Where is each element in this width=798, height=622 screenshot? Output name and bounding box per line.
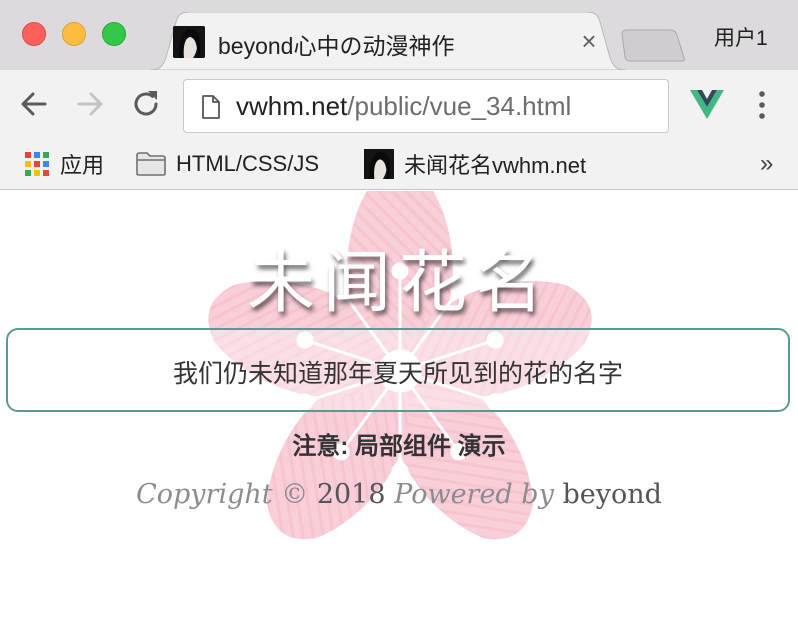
vue-icon[interactable] [690, 90, 724, 120]
apps-grid-icon [25, 152, 49, 176]
bookmarks-bar: 应用 HTML/CSS/JS 未闻花名vwhm.net » [0, 138, 798, 190]
site-favicon-icon [364, 149, 394, 179]
bookmark-site-label: 未闻花名vwhm.net [404, 153, 587, 178]
url-path: /public/vue_34.html [347, 91, 572, 121]
bookmark-folder-label: HTML/CSS/JS [176, 151, 320, 176]
bookmark-apps-label: 应用 [60, 153, 105, 178]
bookmarks-overflow-icon[interactable]: » [760, 150, 773, 178]
bookmark-folder[interactable]: HTML/CSS/JS [136, 138, 319, 190]
url-host: vwhm.net [236, 91, 348, 121]
bookmark-apps[interactable]: 应用 [24, 138, 104, 190]
more-vertical-icon[interactable] [752, 88, 772, 122]
tab-active[interactable]: beyond心中の动漫神作 × [150, 12, 626, 70]
toolbar: vwhm.net/public/vue_34.html [0, 70, 798, 138]
tab-favicon-icon [173, 26, 205, 58]
minimize-window-button[interactable] [62, 22, 86, 46]
page-content: 未闻花名 我们仍未知道那年夏天所见到的花的名字 注意: 局部组件 演示 Copy… [0, 191, 798, 622]
arrow-left-icon[interactable] [17, 87, 51, 121]
new-tab-button[interactable] [618, 28, 688, 62]
tab-title: beyond心中の动漫神作 [218, 33, 455, 59]
footer-author: beyond [562, 479, 662, 510]
page-title: 未闻花名 [246, 244, 551, 323]
close-window-button[interactable] [22, 22, 46, 46]
tab-strip: beyond心中の动漫神作 × 用户1 [0, 0, 798, 70]
tab-close-icon[interactable]: × [574, 26, 604, 56]
footer-powered-by: Powered by [394, 479, 554, 510]
demo-note: 注意: 局部组件 演示 [292, 433, 506, 460]
footer-copyright: Copyright [136, 479, 273, 510]
page-icon [202, 95, 220, 119]
arrow-right-icon[interactable] [73, 87, 107, 121]
footer: Copyright © 2018 Powered by beyond [0, 479, 798, 510]
footer-copyright-symbol: © [281, 479, 309, 510]
reload-icon[interactable] [129, 87, 163, 121]
folder-icon [136, 152, 166, 176]
address-bar[interactable]: vwhm.net/public/vue_34.html [183, 79, 669, 133]
bookmark-site[interactable]: 未闻花名vwhm.net [364, 138, 586, 190]
footer-year: 2018 [316, 479, 386, 510]
profile-label[interactable]: 用户1 [714, 22, 768, 52]
subtitle-box: 我们仍未知道那年夏天所见到的花的名字 [6, 328, 790, 412]
url-text[interactable]: vwhm.net/public/vue_34.html [236, 91, 571, 122]
subtitle-text: 我们仍未知道那年夏天所见到的花的名字 [172, 360, 623, 388]
zoom-window-button[interactable] [102, 22, 126, 46]
